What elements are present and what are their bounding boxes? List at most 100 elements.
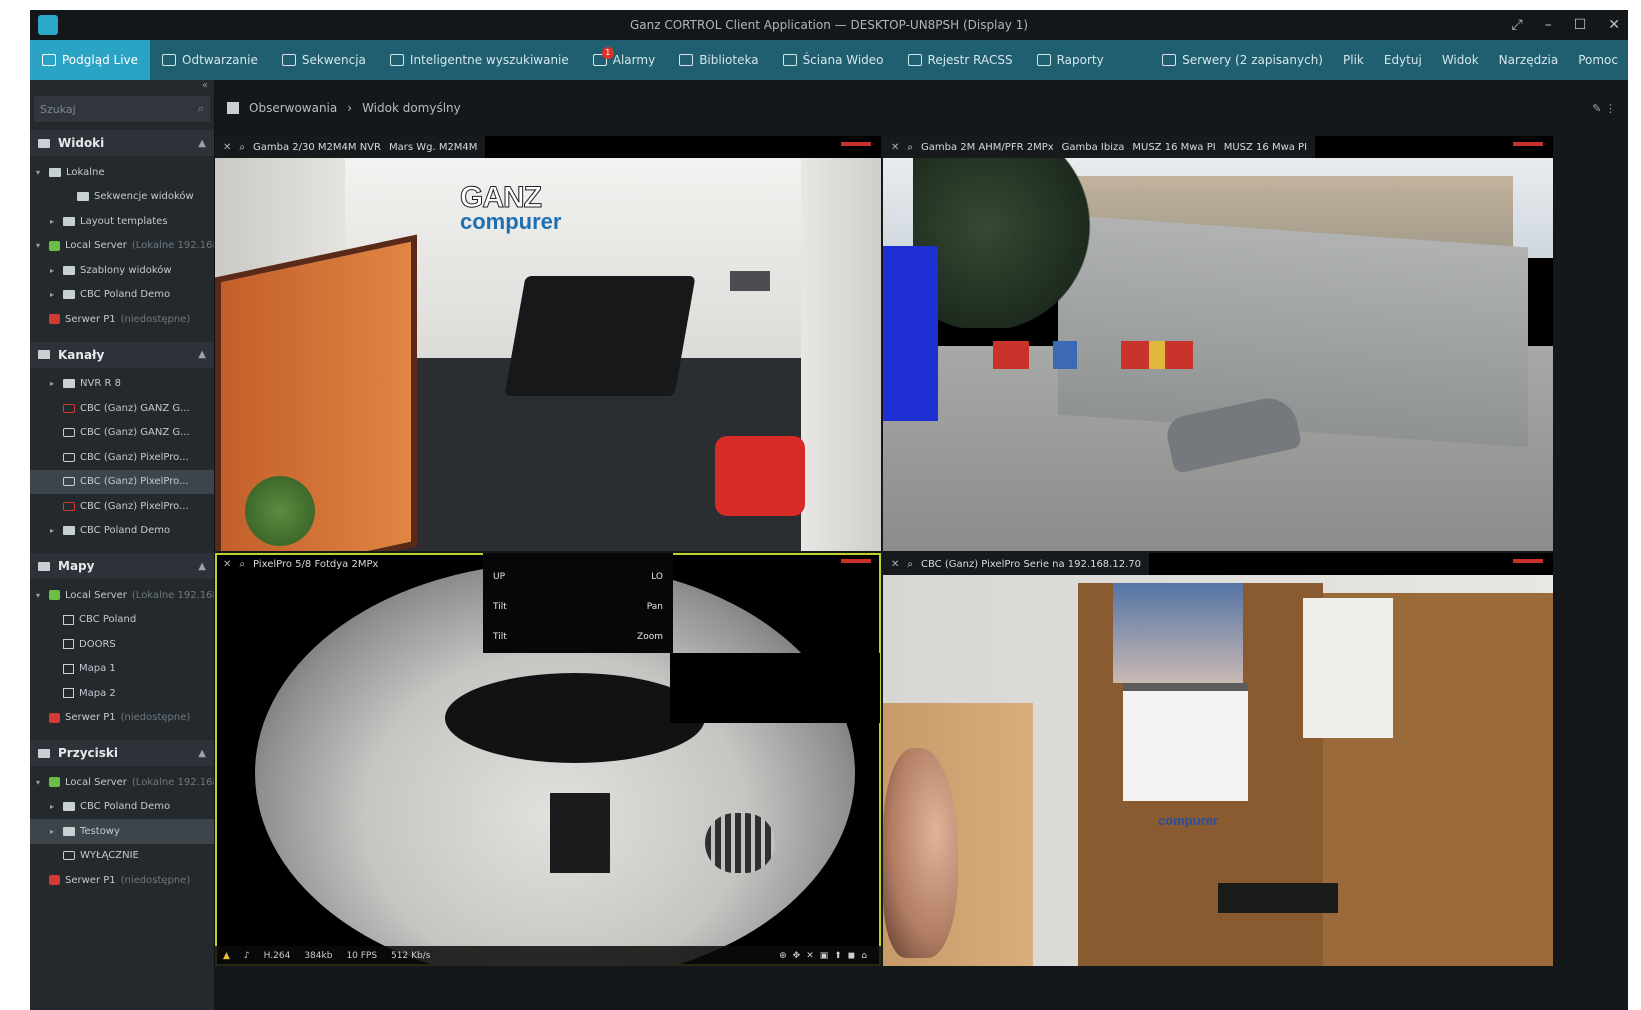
cam-red-icon (63, 501, 75, 511)
osd-row: Tilt Pan (493, 602, 663, 612)
menu-tab-7[interactable]: Rejestr RACSS (896, 40, 1025, 80)
tree-item[interactable]: Serwer P1 (niedostępne) (30, 868, 214, 893)
expand-arrow-icon[interactable]: ▸ (50, 266, 58, 275)
privacy-mask (883, 246, 938, 421)
rate-label: 512 Kb/s (391, 951, 431, 961)
expand-arrow-icon[interactable]: ▸ (50, 526, 58, 535)
sidebar-section-header[interactable]: Przyciski ▲ (30, 740, 214, 766)
servers-menu[interactable]: Serwery (2 zapisanych) (1152, 40, 1333, 80)
camera-tile-2[interactable]: ✕ ⌕ Gamba 2M AHM/PFR 2MPx Gamba Ibiza MU… (883, 136, 1553, 551)
tree-item[interactable]: ▸ CBC Poland Demo (30, 795, 214, 820)
tile-header: ✕ ⌕ Gamba 2/30 M2M4M NVR Mars Wg. M2M4M (215, 136, 486, 158)
scene-door (550, 793, 610, 873)
tree-item[interactable]: ▸ Szablony widoków (30, 258, 214, 283)
tree-item[interactable]: ▸ CBC Poland Demo (30, 519, 214, 544)
expand-arrow-icon[interactable]: ▸ (50, 827, 58, 836)
tree-item-label: DOORS (79, 638, 116, 650)
menu-tab-0[interactable]: Podgląd Live (30, 40, 151, 80)
collapse-sidebar-icon[interactable]: « (30, 80, 214, 94)
breadcrumb-root[interactable]: Obserwowania (249, 101, 337, 115)
tree-item[interactable]: ▾ Local Server (Lokalne 192.168.1.1) (30, 234, 214, 259)
camera-tile-1[interactable]: ✕ ⌕ Gamba 2/30 M2M4M NVR Mars Wg. M2M4M … (215, 136, 881, 551)
folder-icon (77, 192, 89, 202)
menu-tab-label: Podgląd Live (62, 53, 139, 67)
close-tile-icon[interactable]: ✕ (891, 142, 899, 153)
menu-dots-icon[interactable]: ⋮ (1605, 102, 1616, 115)
sidebar-section-header[interactable]: Mapy ▲ (30, 553, 214, 579)
tree-item[interactable]: CBC (Ganz) GANZ G... (30, 421, 214, 446)
expand-arrow-icon[interactable]: ▸ (50, 290, 58, 299)
menu-right-item[interactable]: Plik (1333, 40, 1374, 80)
menu-tab-label: Sekwencja (301, 53, 366, 67)
sidebar-tree: ▸ NVR R 8 CBC (Ganz) GANZ G... CBC (Ganz) G… (30, 368, 214, 554)
close-tile-icon[interactable]: ✕ (223, 559, 231, 570)
menu-right-item[interactable]: Widok (1432, 40, 1489, 80)
server-red-icon (49, 712, 60, 723)
menu-tab-label: Rejestr RACSS (927, 53, 1013, 67)
collapse-icon[interactable]: ▲ (198, 349, 206, 360)
tree-item[interactable]: ▸ CBC Poland Demo (30, 283, 214, 308)
close-icon[interactable]: ✕ (1608, 17, 1620, 33)
collapse-icon[interactable]: ▲ (198, 748, 206, 759)
minimize-icon[interactable]: – (1545, 17, 1552, 33)
tree-item[interactable]: ▸ Testowy (30, 819, 214, 844)
menu-tab-label: Ściana Wideo (802, 53, 884, 67)
menu-tab-3[interactable]: Inteligentne wyszukiwanie (378, 40, 581, 80)
menu-right-item[interactable]: Edytuj (1374, 40, 1432, 80)
osd-row: Tilt Zoom (493, 632, 663, 642)
tile-toolbar[interactable]: ⊕✥✕▣⬆◼⌂ (779, 951, 873, 961)
expand-arrow-icon[interactable]: ▾ (36, 778, 44, 787)
pin-icon[interactable]: ✎ (1592, 102, 1601, 115)
expand-arrow-icon[interactable]: ▸ (50, 217, 58, 226)
tree-item[interactable]: Serwer P1 (niedostępne) (30, 706, 214, 731)
maximize-icon[interactable]: ☐ (1574, 17, 1587, 33)
close-tile-icon[interactable]: ✕ (223, 142, 231, 153)
menu-tab-1[interactable]: Odtwarzanie (150, 40, 270, 80)
expand-arrow-icon[interactable]: ▸ (50, 802, 58, 811)
expand-arrow-icon[interactable]: ▾ (36, 168, 44, 177)
mic-icon[interactable]: ♪ (244, 951, 250, 961)
tree-item[interactable]: CBC Poland (30, 608, 214, 633)
sidebar-section-header[interactable]: Kanały ▲ (30, 341, 214, 368)
tree-item[interactable]: CBC (Ganz) PixelPro... (30, 494, 214, 519)
menu-tab-8[interactable]: Raporty (1025, 40, 1116, 80)
expand-arrow-icon[interactable]: ▸ (50, 379, 58, 388)
tree-item[interactable]: ▸ NVR R 8 (30, 372, 214, 397)
expand-arrow-icon[interactable]: ▾ (36, 241, 44, 250)
fullscreen-icon[interactable]: ⤢ (1512, 17, 1523, 33)
close-tile-icon[interactable]: ✕ (891, 559, 899, 570)
tree-item[interactable]: Mapa 1 (30, 657, 214, 682)
camera-tile-4[interactable]: ✕ ⌕ CBC (Ganz) PixelPro Serie na 192.168… (883, 553, 1553, 966)
tree-item[interactable]: ▸ Layout templates (30, 209, 214, 234)
menu-tab-4[interactable]: 1 Alarmy (581, 40, 667, 80)
section-icon (38, 350, 50, 359)
tree-item-label: Local Server (65, 589, 127, 601)
tree-item-label: CBC (Ganz) GANZ G... (80, 402, 190, 414)
tree-item[interactable]: DOORS (30, 632, 214, 657)
collapse-icon[interactable]: ▲ (198, 561, 206, 572)
menu-right-item[interactable]: Narzędzia (1489, 40, 1569, 80)
expand-arrow-icon[interactable]: ▾ (36, 591, 44, 600)
menu-tab-5[interactable]: Biblioteka (667, 40, 770, 80)
tree-item[interactable]: Serwer P1 (niedostępne) (30, 307, 214, 332)
menu-right-item[interactable]: Pomoc (1568, 40, 1628, 80)
tree-item[interactable]: Sekwencje widoków (30, 185, 214, 210)
tree-item[interactable]: ▾ Local Server (Lokalne 192.168.1.1) (30, 770, 214, 795)
search-input[interactable]: Szukaj ⌕ (34, 96, 210, 122)
tree-item[interactable]: CBC (Ganz) GANZ G... (30, 396, 214, 421)
menu-tab-6[interactable]: Ściana Wideo (771, 40, 896, 80)
tree-item[interactable]: CBC (Ganz) PixelPro... (30, 445, 214, 470)
tree-item[interactable]: CBC (Ganz) PixelPro... (30, 469, 214, 494)
sidebar-section-header[interactable]: Widoki ▲ (30, 130, 214, 156)
breadcrumb-current[interactable]: Widok domyślny (362, 101, 461, 115)
tree-item[interactable]: ▾ Lokalne (30, 160, 214, 185)
recording-indicator (841, 559, 871, 563)
camera-tile-3[interactable]: ✕ ⌕ PixelPro 5/8 Fotdya 2MPx UP LO Tilt Pa… (215, 553, 881, 966)
collapse-icon[interactable]: ▲ (198, 138, 206, 149)
tile-title: PixelPro 5/8 Fotdya 2MPx (253, 558, 379, 570)
tree-item[interactable]: Mapa 2 (30, 681, 214, 706)
tree-item[interactable]: WYŁĄCZNIE (30, 844, 214, 869)
menu-tab-2[interactable]: Sekwencja (270, 40, 378, 80)
menu-right: Serwery (2 zapisanych) Plik Edytuj Widok Na… (1152, 40, 1628, 80)
tree-item[interactable]: ▾ Local Server (Lokalne 192.168.1.1) (30, 583, 214, 608)
